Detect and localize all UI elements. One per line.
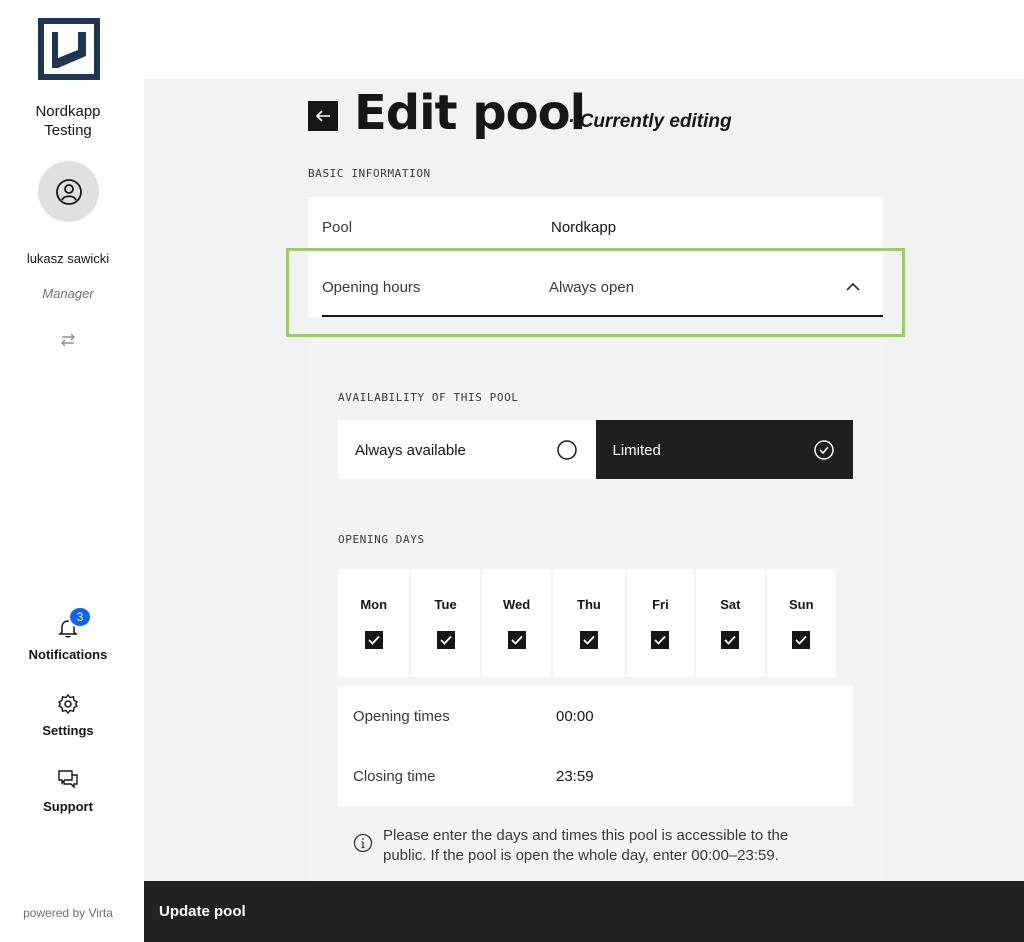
closing-time-label: Closing time (353, 768, 436, 785)
option-always-available[interactable]: Always available (338, 420, 596, 479)
checkbox-wed[interactable] (507, 631, 526, 649)
radio-empty-icon (556, 440, 577, 460)
opening-days-label: OPENING DAYS (338, 533, 425, 546)
arrow-left-icon (315, 110, 330, 122)
info-line-2: public. If the pool is open the whole da… (383, 847, 779, 864)
checkbox-sat[interactable] (721, 631, 740, 649)
check-icon (583, 635, 595, 645)
check-icon (795, 635, 807, 645)
pool-value: Nordkapp (551, 219, 617, 236)
switch-arrows-icon[interactable] (59, 331, 77, 349)
chevron-up-icon[interactable] (845, 279, 861, 295)
opening-time-row[interactable]: Opening times 00:00 (338, 686, 853, 746)
nav-support[interactable]: Support (0, 769, 136, 814)
opening-time-label: Opening times (353, 708, 450, 725)
check-icon (510, 635, 523, 645)
chat-icon (58, 770, 78, 789)
notifications-label: Notifications (28, 647, 108, 662)
day-mon[interactable]: Mon (338, 569, 410, 677)
times-card: Opening times 00:00 Closing time 23:59 (338, 686, 853, 806)
day-fri[interactable]: Fri (626, 569, 695, 677)
update-pool-button[interactable]: Update pool (159, 903, 246, 920)
pool-label: Pool (322, 219, 353, 236)
opening-time-value[interactable]: 00:00 (556, 708, 594, 725)
checkbox-fri[interactable] (651, 631, 670, 649)
closing-time-value[interactable]: 23:59 (556, 768, 594, 785)
check-circle-icon (814, 440, 834, 460)
availability-label: AVAILABILITY OF THIS POOL (338, 391, 519, 404)
opening-hours-label: Opening hours (322, 279, 421, 296)
day-tue[interactable]: Tue (411, 569, 480, 677)
option-limited[interactable]: Limited (595, 420, 853, 479)
checkbox-tue[interactable] (436, 631, 455, 649)
day-wed[interactable]: Wed (481, 569, 552, 677)
basic-info-card: Pool Nordkapp Opening hours Always open (308, 197, 883, 317)
page-title: Edit pool (354, 85, 586, 141)
day-sun[interactable]: Sun (766, 569, 836, 677)
back-button[interactable] (308, 101, 338, 131)
powered-by: powered by Virta (23, 906, 113, 920)
availability-toggle: Always available Limited (338, 420, 853, 479)
notifications-badge: 3 (68, 606, 92, 628)
checkbox-sun[interactable] (792, 631, 811, 649)
checkbox-mon[interactable] (364, 631, 383, 649)
opening-hours-dropdown[interactable]: Opening hours Always open (322, 257, 883, 317)
basic-info-label: BASIC INFORMATION (308, 167, 431, 180)
virta-logo-icon[interactable] (38, 18, 100, 80)
info-line-1: Please enter the days and times this poo… (383, 827, 789, 844)
checkbox-thu[interactable] (579, 631, 598, 649)
nav-settings[interactable]: Settings (0, 693, 136, 738)
day-sat[interactable]: Sat (696, 569, 765, 677)
user-icon (55, 178, 82, 205)
organization-name[interactable]: Nordkapp Testing (0, 102, 136, 140)
support-label: Support (43, 799, 93, 814)
day-thu[interactable]: Thu (553, 569, 625, 677)
info-icon (353, 833, 373, 853)
opening-hours-panel: AVAILABILITY OF THIS POOL Always availab… (308, 338, 883, 881)
sidebar: Nordkapp Testing lukasz sawicki Manager … (0, 0, 144, 942)
check-icon (439, 635, 452, 645)
main-content: Edit pool · Currently editing BASIC INFO… (144, 79, 1024, 881)
check-icon (368, 635, 380, 645)
settings-label: Settings (42, 723, 94, 738)
check-icon (654, 635, 667, 645)
user-role: Manager (42, 286, 94, 301)
check-icon (724, 635, 736, 645)
user-name: lukasz sawicki (26, 251, 110, 266)
page-subtitle: · Currently editing (568, 111, 732, 132)
gear-icon (57, 693, 79, 715)
opening-days-grid: Mon Tue Wed Thu Fri Sat Sun (338, 569, 838, 677)
closing-time-row[interactable]: Closing time 23:59 (338, 746, 853, 806)
pool-row: Pool Nordkapp (308, 197, 883, 257)
opening-hours-value: Always open (549, 279, 635, 296)
footer-bar: Update pool (144, 881, 1024, 942)
avatar[interactable] (38, 161, 99, 222)
nav-notifications[interactable]: Notifications (0, 617, 136, 662)
